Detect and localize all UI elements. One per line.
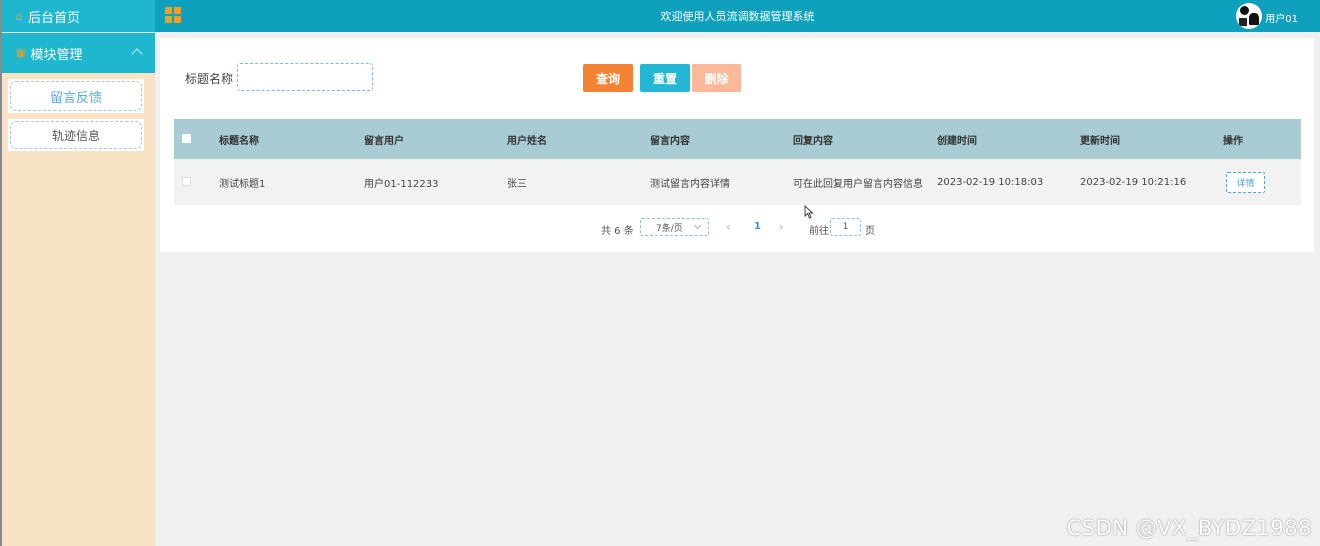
search-label: 标题名称 <box>185 72 234 86</box>
chevron-up-icon[interactable] <box>131 48 143 60</box>
next-page-icon[interactable]: › <box>779 220 784 234</box>
column-header: 留言内容 <box>650 135 690 147</box>
cell-created: 2023-02-19 10:18:03 <box>937 176 1044 188</box>
query-button[interactable]: 查询 <box>583 64 633 92</box>
cell-reply: 可在此回复用户留言内容信息 <box>793 178 923 190</box>
sidebar-item-home[interactable]: ⌂ 后台首页 <box>2 0 155 32</box>
column-header: 创建时间 <box>937 135 977 147</box>
data-table: 标题名称 留言用户 用户姓名 留言内容 回复内容 创建时间 更新时间 操作 测试… <box>174 119 1301 205</box>
sidebar-item-module-management[interactable]: ▦ 模块管理 <box>2 33 155 73</box>
cell-name: 张三 <box>507 178 527 190</box>
cell-content: 测试留言内容详情 <box>650 178 730 190</box>
sidebar-home-label: 后台首页 <box>27 10 80 26</box>
user-name[interactable]: 用户01 <box>1265 10 1298 25</box>
column-header: 更新时间 <box>1080 135 1120 147</box>
select-all-checkbox[interactable] <box>182 134 191 143</box>
pagination-total: 共 6 条 <box>601 226 634 237</box>
row-checkbox[interactable] <box>182 177 191 186</box>
chevron-down-icon <box>693 221 702 230</box>
sidebar-item-track-info[interactable]: 轨迹信息 <box>8 119 144 151</box>
goto-label: 前往 <box>809 226 829 237</box>
column-header: 标题名称 <box>219 135 259 147</box>
avatar[interactable] <box>1236 3 1262 29</box>
content-panel: 标题名称 查询 重置 删除 标题名称 留言用户 用户姓名 留言内容 回复内容 创… <box>160 38 1314 252</box>
detail-button[interactable]: 详情 <box>1226 172 1265 193</box>
table-header: 标题名称 留言用户 用户姓名 留言内容 回复内容 创建时间 更新时间 操作 <box>174 119 1301 159</box>
sidebar-module-label: 模块管理 <box>30 47 83 63</box>
pagination: 共 6 条 7条/页 ‹ 1 › 前往 1 页 <box>160 218 1314 237</box>
grid-icon: ▦ <box>16 47 26 59</box>
column-header: 用户姓名 <box>507 135 547 147</box>
page-size-value: 7条/页 <box>656 223 683 234</box>
sidebar-item-feedback[interactable]: 留言反馈 <box>8 79 144 113</box>
table-row: 测试标题1 用户01-112233 张三 测试留言内容详情 可在此回复用户留言内… <box>174 159 1301 205</box>
search-input[interactable] <box>237 63 373 91</box>
top-header: 欢迎使用人员流调数据管理系统 用户01 <box>155 0 1320 32</box>
column-header: 回复内容 <box>793 135 833 147</box>
sidebar: ⌂ 后台首页 ▦ 模块管理 留言反馈 轨迹信息 <box>0 0 155 546</box>
page-title: 欢迎使用人员流调数据管理系统 <box>660 10 815 23</box>
mouse-cursor-icon <box>804 205 814 219</box>
prev-page-icon[interactable]: ‹ <box>726 220 731 234</box>
cell-updated: 2023-02-19 10:21:16 <box>1080 176 1187 188</box>
page-suffix: 页 <box>865 226 875 237</box>
cell-title: 测试标题1 <box>219 178 266 190</box>
home-icon: ⌂ <box>16 9 23 23</box>
watermark: CSDN @VX_BYDZ1988 <box>1066 516 1312 540</box>
column-header: 留言用户 <box>364 135 404 147</box>
goto-page-value: 1 <box>842 222 849 232</box>
delete-button[interactable]: 删除 <box>692 64 741 92</box>
page-size-select[interactable]: 7条/页 <box>640 218 709 236</box>
page-number[interactable]: 1 <box>754 221 761 232</box>
reset-button[interactable]: 重置 <box>640 64 690 92</box>
cell-user: 用户01-112233 <box>364 178 439 190</box>
goto-page-input[interactable]: 1 <box>830 218 861 236</box>
column-header: 操作 <box>1223 135 1243 147</box>
